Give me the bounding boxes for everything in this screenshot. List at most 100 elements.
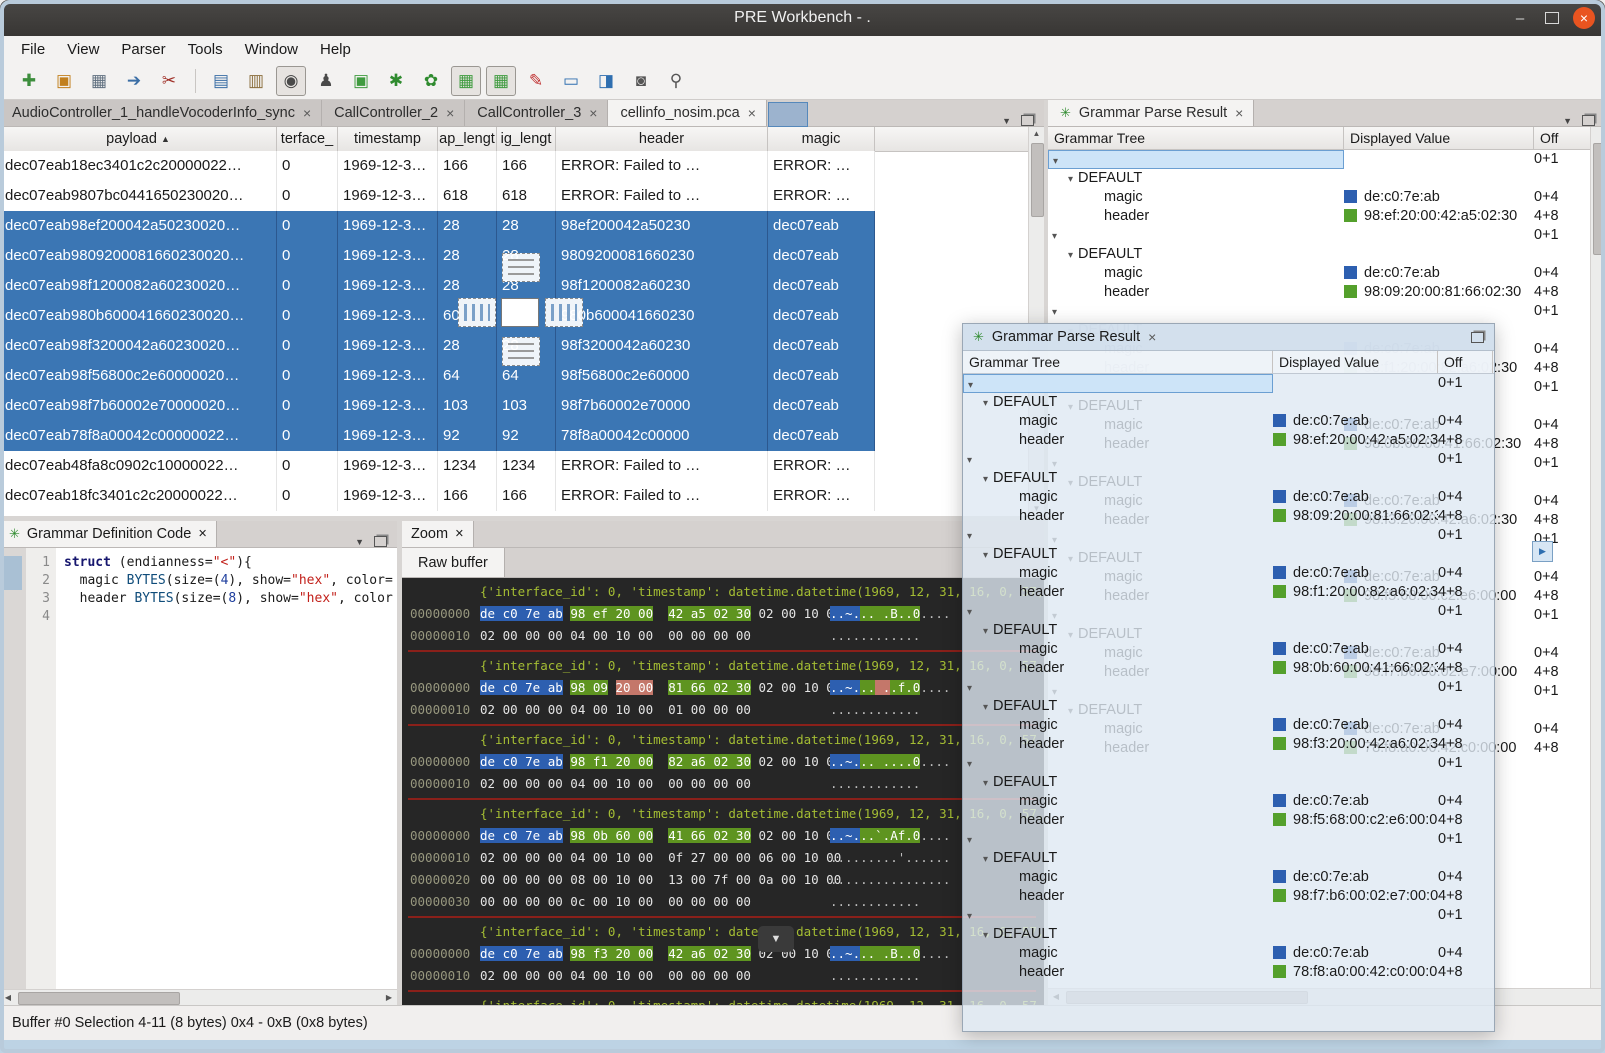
chevron-down-icon[interactable]: ▾ xyxy=(1053,156,1058,167)
tree-row[interactable]: magicde:c0:7e:ab0+4 xyxy=(963,564,1494,583)
table-cell[interactable]: ERROR: Failed to … xyxy=(556,181,768,211)
table-cell[interactable]: 0 xyxy=(277,481,338,511)
close-icon[interactable]: × xyxy=(198,526,206,542)
tree-row[interactable]: ▾DEFAULT xyxy=(963,545,1494,564)
scroll-thumb[interactable] xyxy=(1031,143,1044,217)
table-cell[interactable]: 103 xyxy=(438,391,497,421)
table-cell[interactable]: 0 xyxy=(277,211,338,241)
table-cell[interactable]: 0 xyxy=(277,241,338,271)
chevron-down-icon[interactable]: ▾ xyxy=(967,531,972,542)
tree-row[interactable]: header98:0b:60:00:41:66:02:304+8 xyxy=(963,659,1494,678)
table-cell[interactable]: ERROR: Failed to … xyxy=(556,451,768,481)
tree-row[interactable]: magicde:c0:7e:ab0+4 xyxy=(1048,264,1605,283)
tree-row[interactable]: ▾DEFAULT xyxy=(963,393,1494,412)
chevron-down-icon[interactable]: ▾ xyxy=(1068,250,1073,261)
table-cell[interactable]: dec07eab xyxy=(768,301,875,331)
table-cell[interactable]: 28 xyxy=(497,211,556,241)
table-cell[interactable]: 98f1200082a60230 xyxy=(556,271,768,301)
chevron-down-icon[interactable]: ▾ xyxy=(967,455,972,466)
code-hscrollbar[interactable]: ◀ ▶ xyxy=(0,989,397,1005)
table-row[interactable]: dec07eab98ef200042a50230020…01969-12-3…2… xyxy=(0,211,875,241)
tree-row[interactable]: ▾0+1 xyxy=(1048,226,1605,245)
table-cell[interactable]: 1969-12-3… xyxy=(338,241,438,271)
table-cell[interactable]: ERROR: … xyxy=(768,151,875,181)
hex-view[interactable]: {'interface_id': 0, 'timestamp': datetim… xyxy=(402,578,1044,1005)
tree-column-header[interactable]: Displayed Value xyxy=(1344,127,1534,149)
table-cell[interactable]: 1969-12-3… xyxy=(338,451,438,481)
floating-title-bar[interactable]: ✳ Grammar Parse Result × xyxy=(963,324,1494,351)
table-cell[interactable]: 103 xyxy=(497,391,556,421)
column-header-ig_lengt[interactable]: ig_lengt xyxy=(497,127,556,151)
table-row[interactable]: dec07eab48fa8c0902c10000022…01969-12-3…1… xyxy=(0,451,875,481)
table-cell[interactable]: 98f7b60002e70000 xyxy=(556,391,768,421)
table-cell[interactable]: dec07eab48fa8c0902c10000022… xyxy=(0,451,277,481)
tree-row[interactable]: header78:f8:a0:00:42:c0:00:004+8 xyxy=(963,963,1494,982)
grid-view-2-icon[interactable]: ▦ xyxy=(486,66,516,96)
tab-zoom[interactable]: Zoom × xyxy=(402,521,474,547)
tree-row[interactable]: magicde:c0:7e:ab0+4 xyxy=(1048,188,1605,207)
table-cell[interactable]: dec07eab xyxy=(768,271,875,301)
tree-row[interactable]: ▾DEFAULT xyxy=(1048,169,1605,188)
column-header-ap_lengt[interactable]: ap_lengt xyxy=(438,127,497,151)
scroll-up-icon[interactable]: ▲ xyxy=(1029,127,1044,141)
table-cell[interactable]: 64 xyxy=(438,361,497,391)
table-cell[interactable]: 0 xyxy=(277,271,338,301)
table-cell[interactable]: 166 xyxy=(497,151,556,181)
tree-row[interactable]: magicde:c0:7e:ab0+4 xyxy=(963,488,1494,507)
table-cell[interactable]: dec07eab xyxy=(768,361,875,391)
tree-row[interactable]: ▾0+1 xyxy=(1048,150,1605,169)
tree-row[interactable]: magicde:c0:7e:ab0+4 xyxy=(963,868,1494,887)
tab-document-1[interactable]: CallController_2× xyxy=(322,100,465,126)
table-cell[interactable]: ERROR: … xyxy=(768,181,875,211)
table-row[interactable]: dec07eab980b600041660230020…01969-12-3…6… xyxy=(0,301,875,331)
tree-row[interactable]: header98:f5:68:00:c2:e6:00:004+8 xyxy=(963,811,1494,830)
table-cell[interactable]: 1234 xyxy=(438,451,497,481)
table-row[interactable]: dec07eab18ec3401c2c20000022…01969-12-3…1… xyxy=(0,151,875,181)
tree-column-header[interactable]: Off xyxy=(1438,351,1493,373)
tree-row[interactable]: ▾DEFAULT xyxy=(963,621,1494,640)
marker-icon[interactable]: ✎ xyxy=(521,66,551,96)
menu-item-view[interactable]: View xyxy=(56,39,110,60)
tree-vscrollbar[interactable] xyxy=(1590,127,1605,989)
close-icon[interactable]: × xyxy=(1148,329,1156,345)
chevron-down-icon[interactable]: ▾ xyxy=(983,854,988,865)
chevron-down-icon[interactable]: ▾ xyxy=(983,398,988,409)
tree-row[interactable]: ▾0+1 xyxy=(963,678,1494,697)
table-cell[interactable]: dec07eab xyxy=(768,211,875,241)
floating-grammar-parse-window[interactable]: ✳ Grammar Parse Result × Grammar TreeDis… xyxy=(962,323,1495,1032)
tab-document-0[interactable]: AudioController_1_handleVocoderInfo_sync… xyxy=(0,100,322,126)
export-icon[interactable]: ➔ xyxy=(119,66,149,96)
table-cell[interactable]: 0 xyxy=(277,181,338,211)
scroll-thumb[interactable] xyxy=(18,992,180,1005)
table-cell[interactable]: dec07eab xyxy=(768,241,875,271)
open-icon[interactable]: ▣ xyxy=(49,66,79,96)
table-cell[interactable]: 0 xyxy=(277,361,338,391)
tree-row[interactable]: magicde:c0:7e:ab0+4 xyxy=(963,640,1494,659)
table-cell[interactable]: ERROR: … xyxy=(768,481,875,511)
close-icon[interactable]: × xyxy=(455,526,463,542)
table-cell[interactable]: dec07eab98ef200042a50230020… xyxy=(0,211,277,241)
camera-icon[interactable]: ◙ xyxy=(626,66,656,96)
table-cell[interactable]: 0 xyxy=(277,331,338,361)
table-cell[interactable]: dec07eab78f8a00042c00000022… xyxy=(0,421,277,451)
chevron-down-icon[interactable]: ▾ xyxy=(967,911,972,922)
tree-row[interactable]: header98:f7:b6:00:02:e7:00:004+8 xyxy=(963,887,1494,906)
maximize-button[interactable] xyxy=(1545,12,1559,24)
tree-row[interactable]: header98:ef:20:00:42:a5:02:304+8 xyxy=(963,431,1494,450)
table-cell[interactable]: dec07eab18fc3401c2c20000022… xyxy=(0,481,277,511)
new-file-icon[interactable]: ✚ xyxy=(14,66,44,96)
chevron-down-icon[interactable]: ▾ xyxy=(983,550,988,561)
menu-item-file[interactable]: File xyxy=(10,39,56,60)
menu-item-parser[interactable]: Parser xyxy=(110,39,176,60)
tree-row[interactable]: ▾DEFAULT xyxy=(963,925,1494,944)
table-row[interactable]: dec07eab98f3200042a60230020…01969-12-3…2… xyxy=(0,331,875,361)
table-cell[interactable]: 0 xyxy=(277,451,338,481)
table-cell[interactable]: dec07eab xyxy=(768,421,875,451)
tree-row[interactable]: header98:09:20:00:81:66:02:304+8 xyxy=(963,507,1494,526)
table-cell[interactable]: dec07eab9807bc0441650230020… xyxy=(0,181,277,211)
tree-row[interactable]: ▾0+1 xyxy=(963,830,1494,849)
table-cell[interactable]: 28 xyxy=(438,331,497,361)
table-cell[interactable]: 1969-12-3… xyxy=(338,361,438,391)
table-cell[interactable]: 28 xyxy=(438,211,497,241)
tree-row[interactable]: header98:f3:20:00:42:a6:02:304+8 xyxy=(963,735,1494,754)
